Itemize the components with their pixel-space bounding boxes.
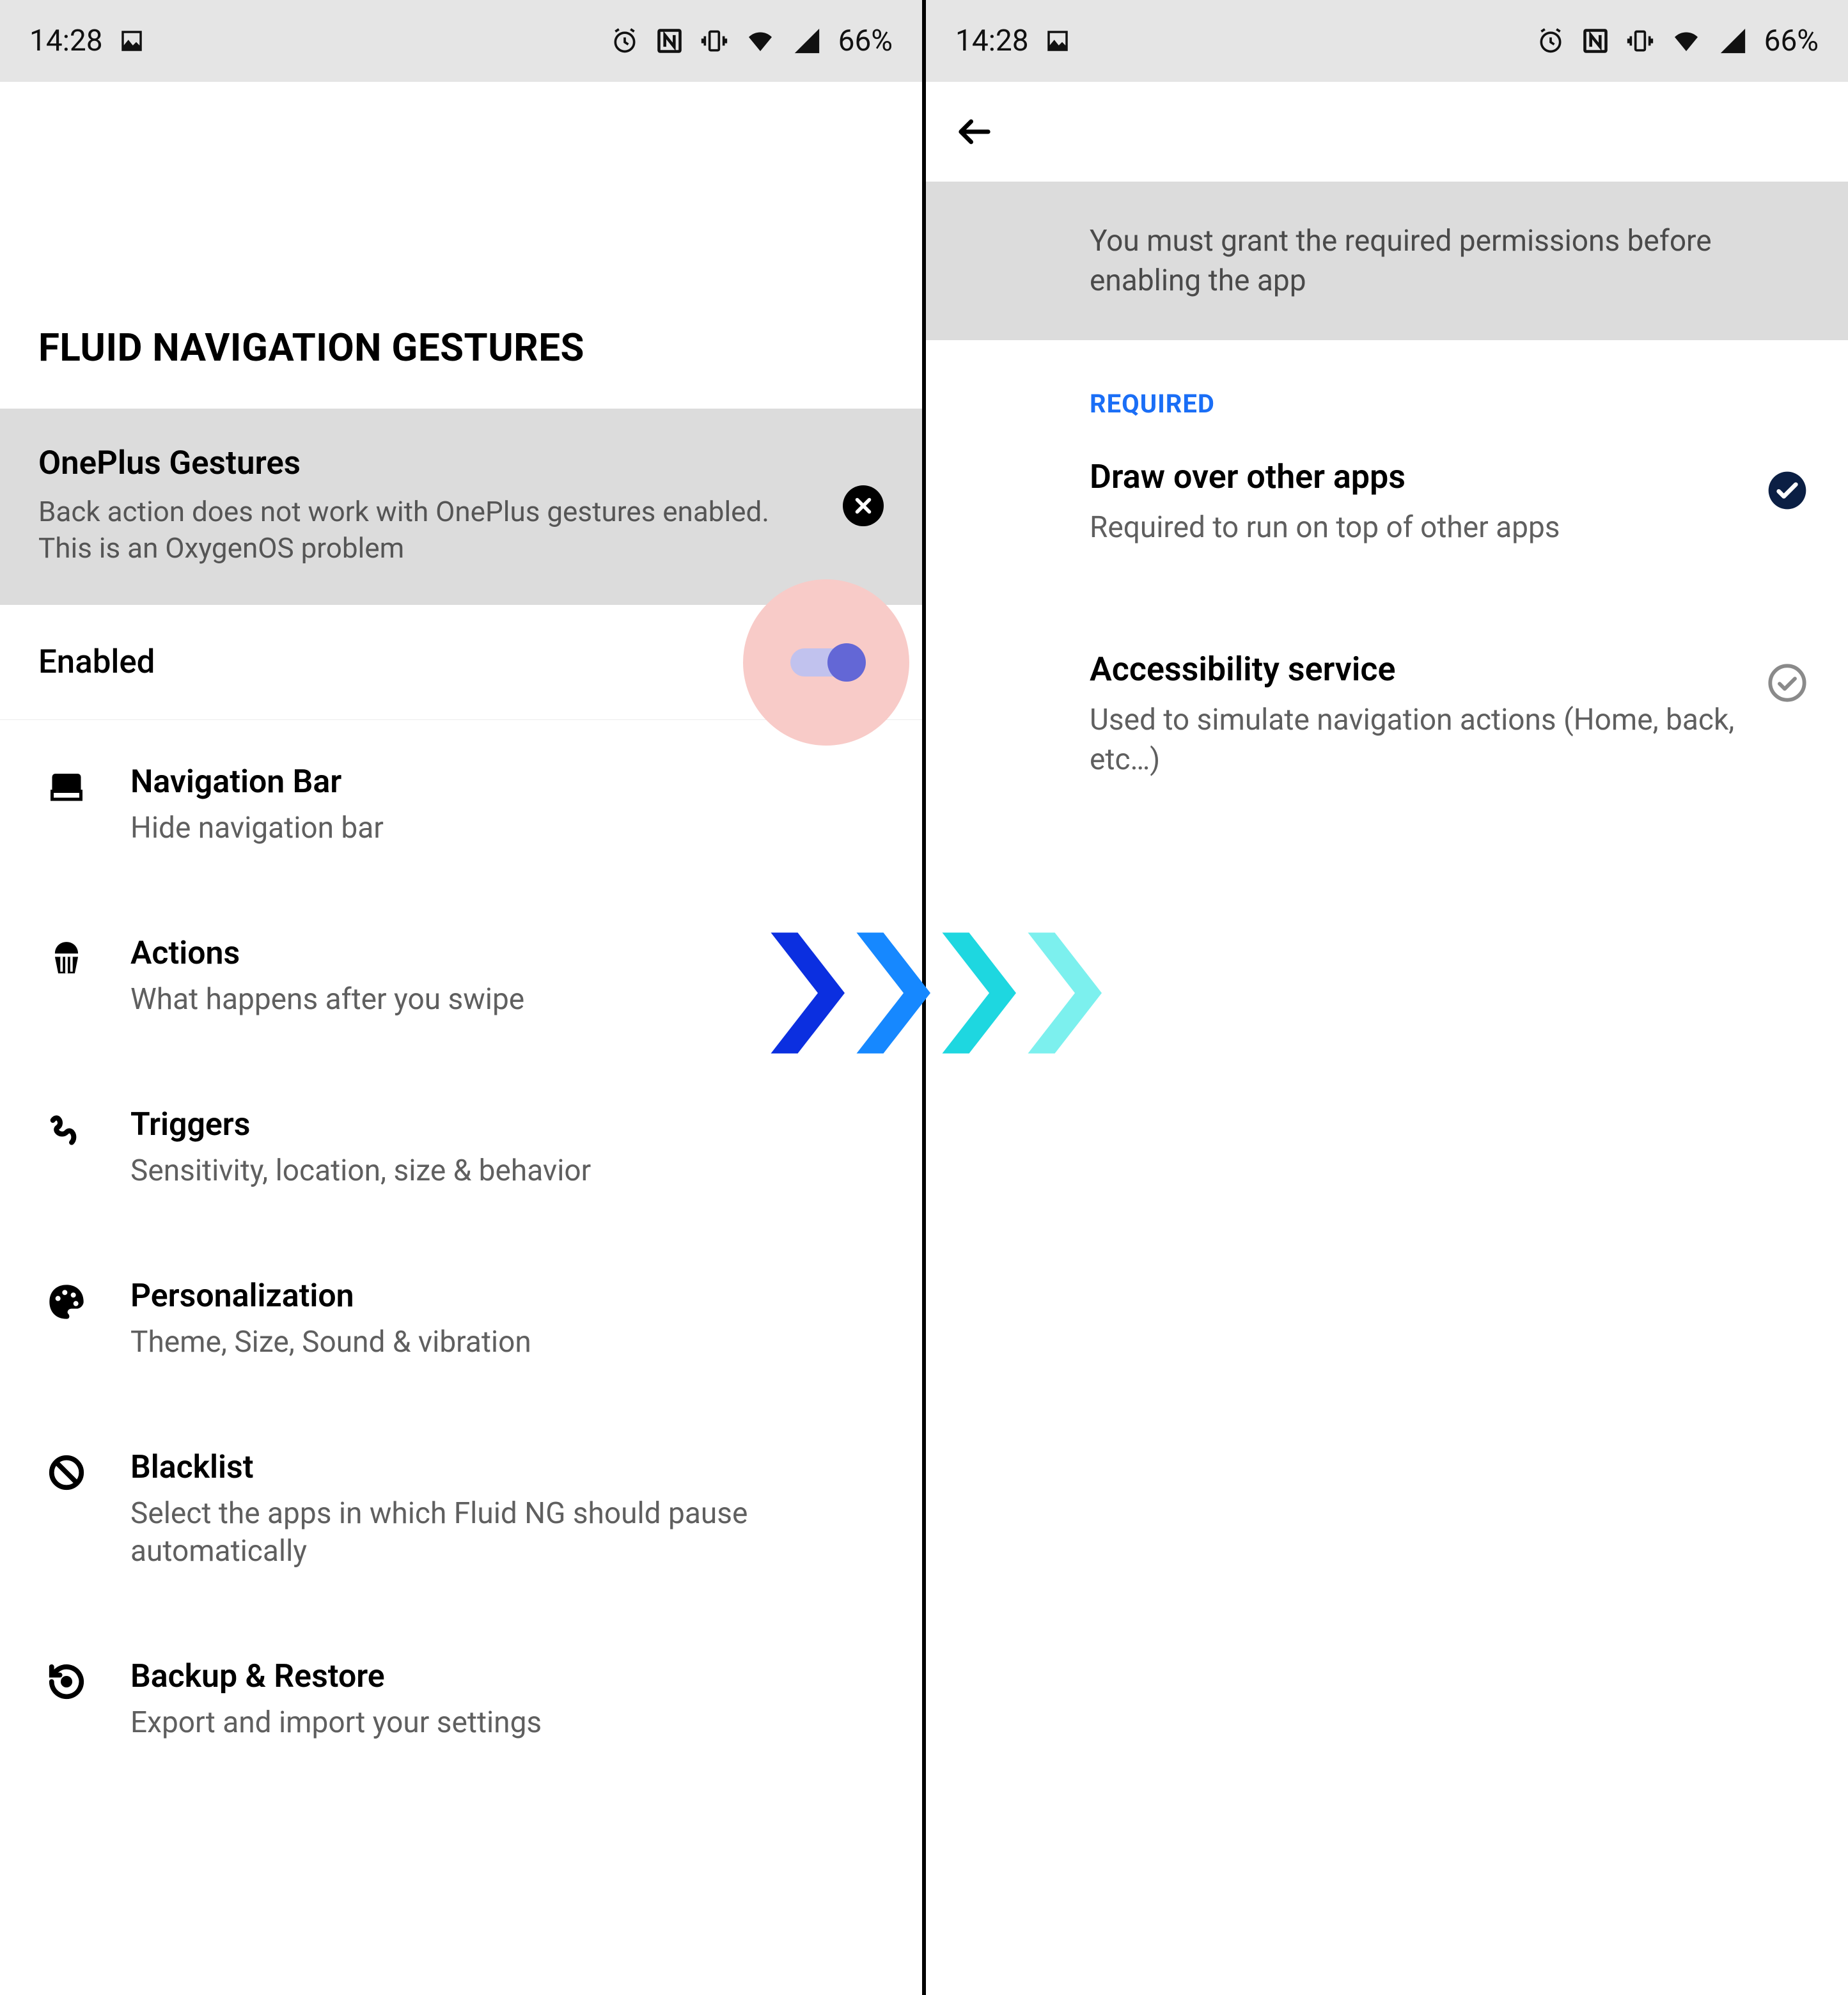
setting-backup[interactable]: Backup & Restore Export and import your … xyxy=(38,1615,884,1786)
setting-personalization[interactable]: Personalization Theme, Size, Sound & vib… xyxy=(38,1234,884,1405)
status-right-group: 66% xyxy=(1537,24,1819,58)
switch-thumb xyxy=(827,643,866,682)
setting-desc: Hide navigation bar xyxy=(130,810,884,848)
gallery-icon xyxy=(118,27,145,54)
status-left-group: 14:28 xyxy=(955,24,1071,58)
perm-text: Draw over other apps Required to run on … xyxy=(1090,457,1765,547)
signal-icon xyxy=(1718,26,1748,56)
setting-triggers[interactable]: Triggers Sensitivity, location, size & b… xyxy=(38,1063,884,1234)
setting-text: Actions What happens after you swipe xyxy=(130,935,884,1019)
setting-actions[interactable]: Actions What happens after you swipe xyxy=(38,891,884,1063)
setting-title: Navigation Bar xyxy=(130,763,884,801)
setting-navigation-bar[interactable]: Navigation Bar Hide navigation bar xyxy=(38,720,884,891)
status-bar: 14:28 66% xyxy=(926,0,1848,82)
navbar-icon xyxy=(38,763,95,806)
setting-desc: Export and import your settings xyxy=(130,1704,884,1742)
wifi-icon xyxy=(745,26,776,56)
wifi-icon xyxy=(1671,26,1702,56)
setting-title: Personalization xyxy=(130,1278,884,1315)
status-right-group: 66% xyxy=(611,24,893,58)
status-left-group: 14:28 xyxy=(29,24,145,58)
warning-text: OnePlus Gestures Back action does not wo… xyxy=(38,444,843,567)
gesture-icon xyxy=(38,1106,95,1151)
nfc-icon xyxy=(1581,27,1609,55)
warning-desc: Back action does not work with OnePlus g… xyxy=(38,494,827,567)
permission-banner: You must grant the required permissions … xyxy=(926,182,1848,340)
status-bar: 14:28 66% xyxy=(0,0,922,82)
close-banner-button[interactable] xyxy=(843,485,884,526)
setting-title: Triggers xyxy=(130,1106,884,1143)
phone-left: 14:28 66% FLUID NAVIGATION GES xyxy=(0,0,922,1995)
permissions-section: REQUIRED Draw over other apps Required t… xyxy=(926,340,1848,882)
warning-banner: OnePlus Gestures Back action does not wo… xyxy=(0,409,922,605)
phone-right: 14:28 66% Y xyxy=(926,0,1848,1995)
alarm-icon xyxy=(611,27,639,55)
toggle-ripple xyxy=(743,579,909,746)
vibrate-icon xyxy=(1626,27,1654,55)
setting-desc: Sensitivity, location, size & behavior xyxy=(130,1152,884,1191)
perm-desc: Used to simulate navigation actions (Hom… xyxy=(1090,700,1739,779)
check-filled-icon xyxy=(1765,457,1810,511)
alarm-icon xyxy=(1537,27,1565,55)
enabled-switch[interactable] xyxy=(790,648,862,677)
check-outline-icon xyxy=(1765,650,1810,703)
required-header: REQUIRED xyxy=(1090,389,1810,419)
perm-accessibility[interactable]: Accessibility service Used to simulate n… xyxy=(1090,650,1810,779)
perm-text: Accessibility service Used to simulate n… xyxy=(1090,650,1765,779)
restore-icon xyxy=(38,1658,95,1702)
setting-text: Navigation Bar Hide navigation bar xyxy=(130,763,884,848)
appbar xyxy=(926,82,1848,182)
setting-desc: Select the apps in which Fluid NG should… xyxy=(130,1495,884,1572)
enabled-row[interactable]: Enabled xyxy=(0,605,922,720)
page-title: FLUID NAVIGATION GESTURES xyxy=(38,325,884,370)
setting-text: Backup & Restore Export and import your … xyxy=(130,1658,884,1742)
gallery-icon xyxy=(1044,27,1071,54)
status-time: 14:28 xyxy=(955,24,1029,58)
status-time: 14:28 xyxy=(29,24,103,58)
vibrate-icon xyxy=(700,27,728,55)
setting-title: Blacklist xyxy=(130,1449,884,1486)
nfc-icon xyxy=(655,27,684,55)
hero: FLUID NAVIGATION GESTURES xyxy=(0,82,922,409)
signal-icon xyxy=(792,26,822,56)
status-battery: 66% xyxy=(838,24,893,58)
back-button[interactable] xyxy=(954,111,995,152)
setting-title: Actions xyxy=(130,935,884,972)
perm-draw-over[interactable]: Draw over other apps Required to run on … xyxy=(1090,457,1810,547)
cupcake-icon xyxy=(38,935,95,978)
perm-title: Accessibility service xyxy=(1090,650,1739,689)
perm-desc: Required to run on top of other apps xyxy=(1090,508,1739,547)
enabled-label: Enabled xyxy=(38,643,155,681)
palette-icon xyxy=(38,1278,95,1322)
setting-text: Blacklist Select the apps in which Fluid… xyxy=(130,1449,884,1572)
setting-title: Backup & Restore xyxy=(130,1658,884,1695)
setting-desc: What happens after you swipe xyxy=(130,981,884,1019)
warning-title: OnePlus Gestures xyxy=(38,444,827,482)
perm-title: Draw over other apps xyxy=(1090,457,1739,496)
settings-list: Navigation Bar Hide navigation bar Actio… xyxy=(0,720,922,1786)
status-battery: 66% xyxy=(1764,24,1819,58)
setting-text: Personalization Theme, Size, Sound & vib… xyxy=(130,1278,884,1362)
setting-blacklist[interactable]: Blacklist Select the apps in which Fluid… xyxy=(38,1405,884,1615)
block-icon xyxy=(38,1449,95,1492)
setting-desc: Theme, Size, Sound & vibration xyxy=(130,1324,884,1362)
setting-text: Triggers Sensitivity, location, size & b… xyxy=(130,1106,884,1191)
